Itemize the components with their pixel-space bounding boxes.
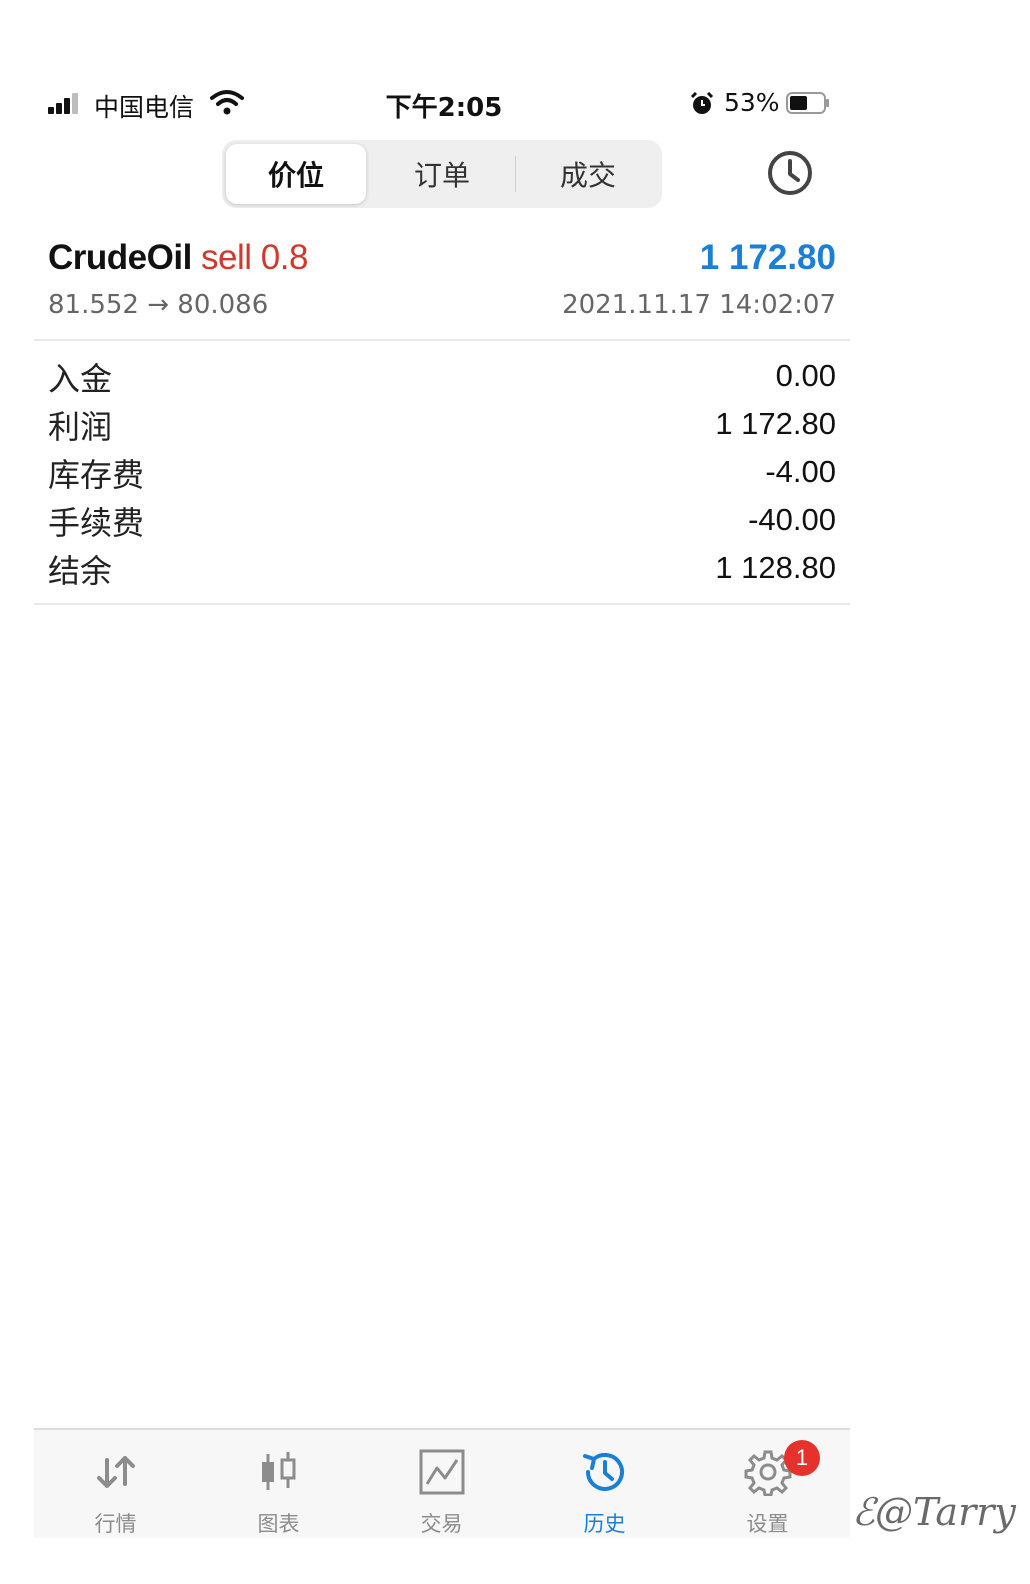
tab-label: 图表 <box>257 1512 300 1536</box>
summary-label: 库存费 <box>48 456 145 494</box>
summary-label: 入金 <box>48 360 113 398</box>
bottom-tab-bar: 行情 图表 交易 历史 1 设置 <box>34 1428 850 1538</box>
tab-history[interactable]: 历史 <box>523 1430 686 1538</box>
tab-label: 行情 <box>94 1512 137 1536</box>
quotes-arrows-icon <box>96 1456 135 1488</box>
tab-label: 历史 <box>583 1512 626 1536</box>
watermark: ℰ@Tarry <box>852 1490 1016 1534</box>
summary-row-commission: 手续费 -40.00 <box>48 496 836 544</box>
summary-value: 1 128.80 <box>715 550 836 585</box>
divider <box>34 339 850 341</box>
summary-value: 1 172.80 <box>715 406 836 441</box>
account-summary: 入金 0.00 利润 1 172.80 库存费 -4.00 手续费 -40.00… <box>48 352 836 592</box>
segment-positions[interactable]: 价位 <box>226 144 366 204</box>
summary-value: -4.00 <box>765 454 836 489</box>
battery-icon <box>786 92 829 114</box>
history-clock-icon <box>582 1453 624 1491</box>
divider <box>34 603 850 605</box>
trade-symbol: CrudeOil <box>48 238 192 277</box>
summary-row-deposit: 入金 0.00 <box>48 352 836 400</box>
history-screen: 中国电信 下午2:05 53% 价位 订单 成交 CrudeOil sell 0… <box>0 0 1030 1584</box>
status-time: 下午2:05 <box>385 93 503 123</box>
tab-trade[interactable]: 交易 <box>360 1430 523 1538</box>
watermark-icon: ℰ <box>852 1490 876 1534</box>
tab-label: 设置 <box>746 1512 789 1536</box>
trade-line-chart-icon <box>419 1449 464 1495</box>
summary-row-balance: 结余 1 128.80 <box>48 544 836 592</box>
trade-item[interactable]: CrudeOil sell 0.8 1 172.80 81.552 → 80.0… <box>48 236 836 332</box>
summary-value: 0.00 <box>775 358 836 393</box>
tab-charts[interactable]: 图表 <box>197 1430 360 1538</box>
summary-row-swap: 库存费 -4.00 <box>48 448 836 496</box>
battery-percent: 53% <box>724 88 780 117</box>
candlestick-chart-icon <box>261 1452 295 1490</box>
view-segmented-control: 价位 订单 成交 <box>222 140 662 208</box>
tab-settings[interactable]: 1 设置 <box>686 1430 849 1538</box>
tab-label: 交易 <box>420 1512 463 1536</box>
summary-value: -40.00 <box>748 502 836 537</box>
segment-divider <box>515 156 516 192</box>
summary-label: 手续费 <box>48 504 145 542</box>
trade-time: 2021.11.17 14:02:07 <box>562 290 836 320</box>
summary-label: 利润 <box>48 408 113 446</box>
alarm-icon <box>690 92 714 114</box>
trade-side-volume: sell 0.8 <box>201 238 308 277</box>
summary-row-profit: 利润 1 172.80 <box>48 400 836 448</box>
tab-quotes[interactable]: 行情 <box>34 1430 197 1538</box>
trade-profit: 1 172.80 <box>699 238 836 277</box>
summary-label: 结余 <box>48 552 113 590</box>
status-bar: 中国电信 下午2:05 53% <box>48 84 840 124</box>
period-clock-icon[interactable] <box>766 149 814 197</box>
segment-deals[interactable]: 成交 <box>518 144 658 204</box>
segment-orders[interactable]: 订单 <box>372 144 512 204</box>
trade-symbol-line: CrudeOil sell 0.8 <box>48 238 308 278</box>
watermark-text: @Tarry <box>875 1490 1016 1534</box>
trade-prices: 81.552 → 80.086 <box>48 290 269 320</box>
notification-badge: 1 <box>784 1440 820 1476</box>
